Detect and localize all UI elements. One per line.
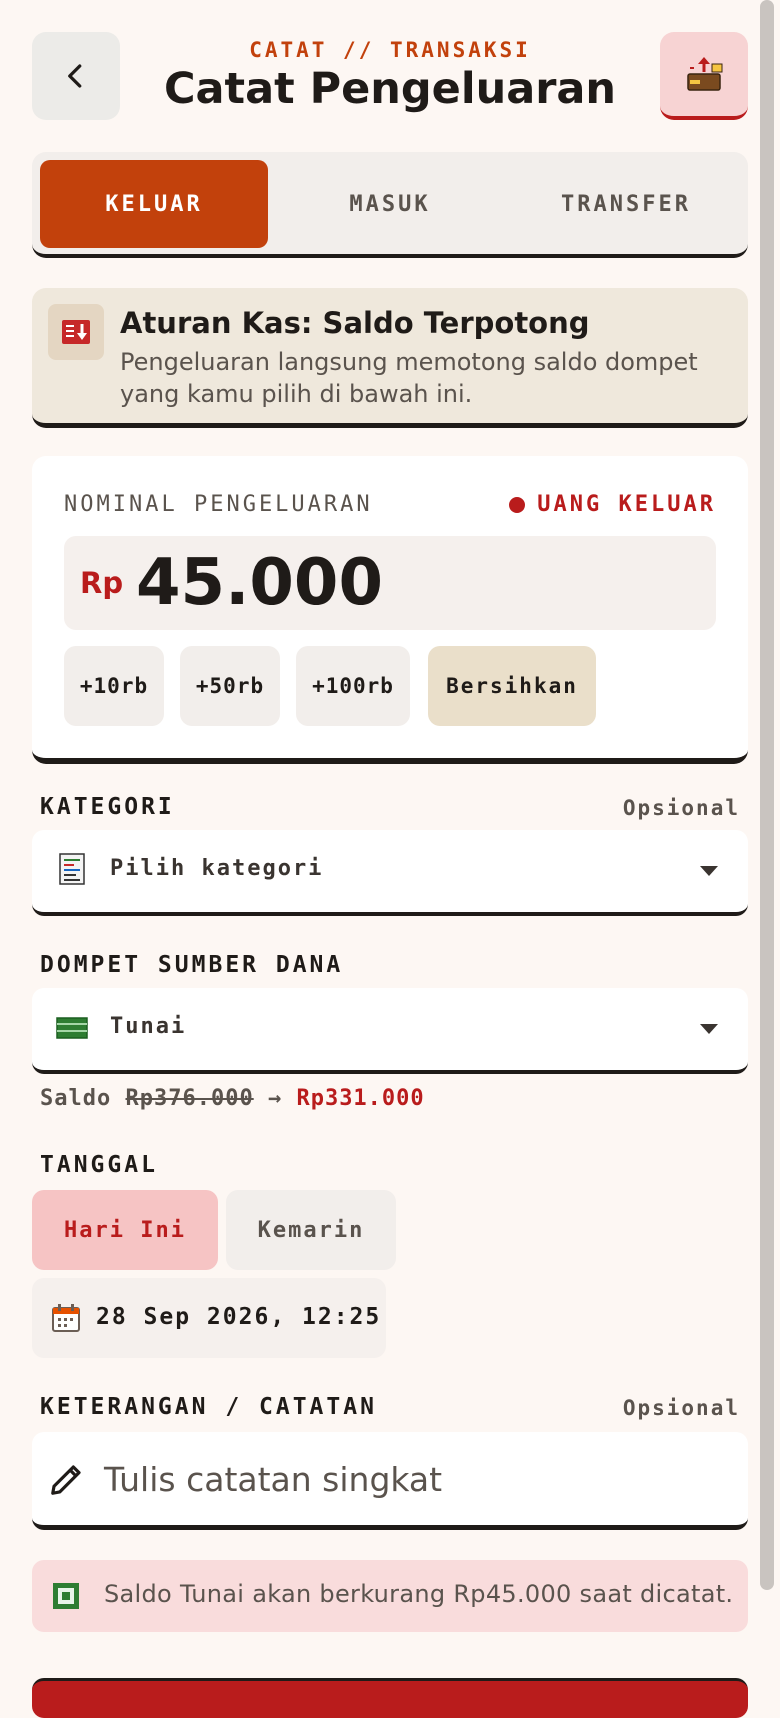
- tab-transfer[interactable]: TRANSFER: [512, 160, 740, 248]
- rule-description: Pengeluaran langsung memotong saldo domp…: [120, 348, 698, 408]
- money-out-label: UANG KELUAR: [537, 492, 716, 517]
- balance-new: Rp331.000: [296, 1086, 425, 1111]
- quick-add-100rb-button[interactable]: +100rb: [296, 646, 410, 726]
- wallet-select[interactable]: Tunai: [32, 988, 748, 1074]
- quick-add-10rb-button[interactable]: +10rb: [64, 646, 164, 726]
- datetime-picker[interactable]: 28 Sep 2026, 12:25: [32, 1278, 386, 1358]
- info-square-icon: [53, 1583, 79, 1609]
- amount-label: NOMINAL PENGELUARAN: [64, 492, 373, 517]
- balance-preview: Saldo Rp376.000 → Rp331.000: [40, 1086, 425, 1111]
- pencil-icon: [51, 1465, 81, 1495]
- balance-old: Rp376.000: [125, 1086, 254, 1111]
- scrollbar[interactable]: [760, 0, 774, 1590]
- cash-rule-card: Aturan Kas: Saldo Terpotong Pengeluaran …: [32, 288, 748, 428]
- note-optional: Opsional: [622, 1396, 740, 1420]
- transaction-type-tabs: KELUAR MASUK TRANSFER: [32, 152, 748, 258]
- date-label: TANGGAL: [40, 1152, 158, 1178]
- tab-masuk[interactable]: MASUK: [276, 160, 504, 248]
- cash-icon: [54, 1010, 90, 1046]
- category-label: KATEGORI: [40, 794, 175, 820]
- balance-prefix: Saldo: [40, 1086, 112, 1111]
- category-select[interactable]: Pilih kategori: [32, 830, 748, 916]
- note-placeholder: Tulis catatan singkat: [104, 1460, 443, 1499]
- rule-title: Aturan Kas: Saldo Terpotong: [120, 306, 590, 340]
- wallet-label: DOMPET SUMBER DANA: [40, 952, 344, 978]
- wallet-action-button[interactable]: [660, 32, 748, 120]
- amount-value: 45.000: [136, 546, 383, 620]
- submit-button[interactable]: [32, 1678, 748, 1718]
- chevron-left-icon: [68, 64, 82, 88]
- currency-label: Rp: [80, 566, 124, 600]
- amount-input[interactable]: Rp 45.000: [64, 536, 716, 630]
- page-title: Catat Pengeluaran: [163, 64, 617, 114]
- note-input[interactable]: Tulis catatan singkat: [32, 1432, 748, 1530]
- status-dot-icon: [509, 496, 526, 513]
- back-button[interactable]: [32, 32, 120, 120]
- wallet-value: Tunai: [110, 1014, 187, 1039]
- page-eyebrow: CATAT // TRANSAKSI: [249, 38, 531, 62]
- cash-out-icon: [48, 304, 104, 360]
- money-out-status: UANG KELUAR: [509, 492, 716, 517]
- info-text: Saldo Tunai akan berkurang Rp45.000 saat…: [104, 1580, 734, 1608]
- quick-add-50rb-button[interactable]: +50rb: [180, 646, 280, 726]
- date-yesterday-button[interactable]: Kemarin: [226, 1190, 396, 1270]
- clear-amount-button[interactable]: Bersihkan: [428, 646, 596, 726]
- date-today-button[interactable]: Hari Ini: [32, 1190, 218, 1270]
- wallet-out-icon: [687, 57, 723, 91]
- chevron-down-icon: [700, 1024, 718, 1034]
- arrow-right-icon: →: [267, 1086, 283, 1111]
- chevron-down-icon: [700, 866, 718, 876]
- amount-card: NOMINAL PENGELUARAN UANG KELUAR Rp 45.00…: [32, 456, 748, 764]
- category-optional: Opsional: [622, 796, 740, 820]
- calendar-icon: [52, 1304, 80, 1332]
- receipt-icon: [54, 852, 90, 888]
- balance-info-banner: Saldo Tunai akan berkurang Rp45.000 saat…: [32, 1560, 748, 1632]
- note-label: KETERANGAN / CATATAN: [40, 1394, 377, 1420]
- tab-keluar[interactable]: KELUAR: [40, 160, 268, 248]
- category-placeholder: Pilih kategori: [110, 856, 324, 881]
- datetime-value: 28 Sep 2026, 12:25: [96, 1304, 382, 1330]
